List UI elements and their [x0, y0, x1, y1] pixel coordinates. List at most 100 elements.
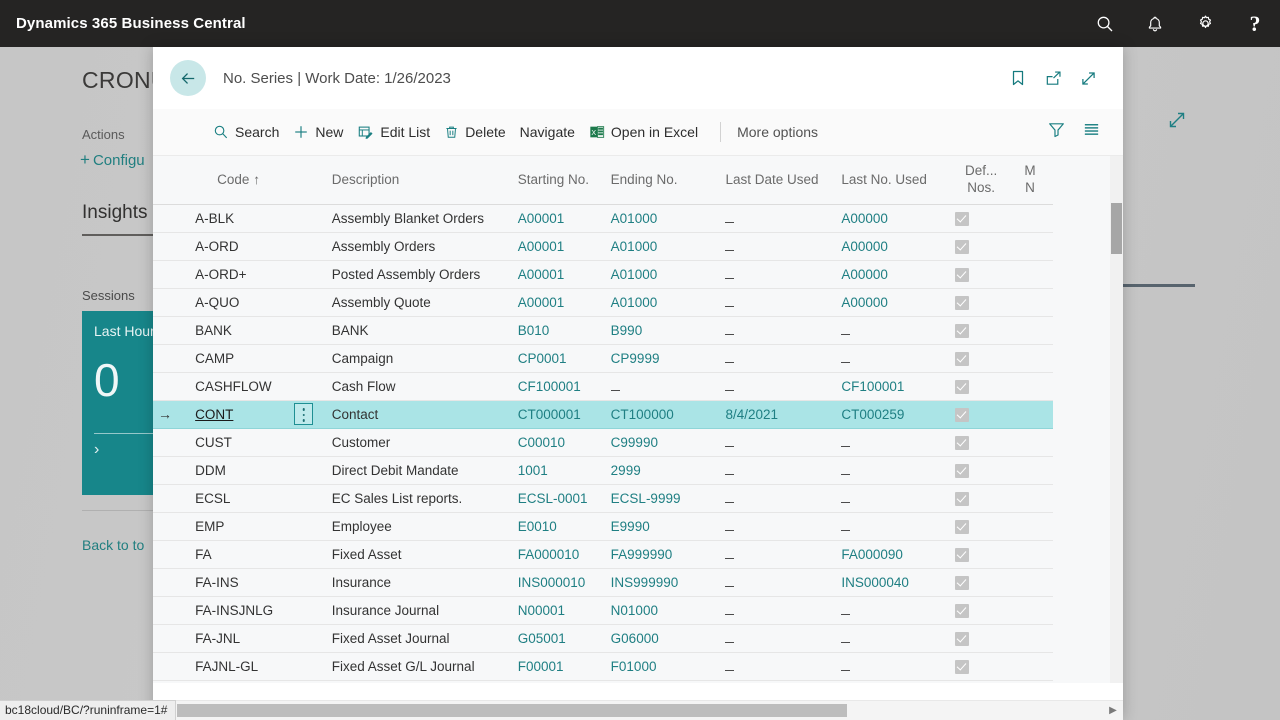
horizontal-scrollbar[interactable]: ◀ ▶ — [153, 700, 1123, 720]
column-header-description[interactable]: Description — [321, 156, 508, 205]
cell-starting-no[interactable]: G05001 — [507, 624, 601, 653]
cell-ending-no[interactable]: G06000 — [600, 624, 716, 653]
cell-default-nos[interactable] — [955, 512, 1008, 541]
cell-ending-no[interactable]: N01000 — [600, 596, 716, 625]
cell-manual-nos[interactable] — [1007, 288, 1053, 317]
cell-row-menu[interactable] — [294, 232, 322, 261]
configure-link[interactable]: + Configu — [80, 150, 145, 170]
scroll-right-arrow-icon[interactable]: ▶ — [1103, 705, 1123, 716]
cell-last-no-used[interactable] — [831, 316, 956, 345]
cell-manual-nos[interactable] — [1007, 540, 1053, 569]
cell-manual-nos[interactable] — [1007, 652, 1053, 681]
cell-last-no-used[interactable]: A00000 — [831, 204, 956, 233]
cell-default-nos[interactable] — [955, 568, 1008, 597]
chevron-right-icon[interactable]: › — [94, 441, 99, 459]
cell-starting-no[interactable]: A00001 — [507, 288, 601, 317]
checkbox-checked-icon[interactable] — [955, 491, 970, 506]
cell-row-menu[interactable] — [294, 372, 322, 401]
cell-starting-no[interactable]: E0010 — [507, 512, 601, 541]
search-button[interactable]: Search — [213, 117, 279, 147]
cell-default-nos[interactable] — [955, 316, 1008, 345]
cell-description[interactable]: Employee — [321, 512, 508, 541]
column-header-default-nos[interactable]: Def... Nos. — [955, 156, 1008, 205]
cell-last-date-used[interactable] — [715, 652, 832, 681]
table-row[interactable]: A-QUO Assembly Quote A00001 A01000 A00000 — [153, 288, 1053, 317]
horizontal-scrollbar-thumb[interactable] — [177, 704, 847, 717]
table-row[interactable]: CASHFLOW Cash Flow CF100001 CF100001 — [153, 372, 1053, 401]
cell-ending-no[interactable]: A01000 — [600, 260, 716, 289]
cell-last-date-used[interactable] — [715, 232, 832, 261]
column-header-last-date-used[interactable]: Last Date Used — [715, 156, 832, 205]
cell-description[interactable]: Fixed Asset Journal — [321, 624, 508, 653]
filter-icon[interactable] — [1047, 120, 1066, 144]
cell-last-no-used[interactable] — [831, 596, 956, 625]
table-row[interactable]: CUST Customer C00010 C99990 — [153, 428, 1053, 457]
help-question-icon[interactable]: ? — [1230, 0, 1280, 47]
table-row[interactable]: FA-INS Insurance INS000010 INS999990 INS0000… — [153, 568, 1053, 597]
cell-starting-no[interactable]: F00001 — [507, 652, 601, 681]
cell-last-date-used[interactable] — [715, 624, 832, 653]
cell-code[interactable]: FAJNL-GL — [185, 652, 295, 681]
cell-last-no-used[interactable]: INS000040 — [831, 568, 956, 597]
checkbox-checked-icon[interactable] — [955, 407, 970, 422]
search-icon[interactable] — [1080, 0, 1130, 47]
cell-default-nos[interactable] — [955, 232, 1008, 261]
checkbox-checked-icon[interactable] — [955, 295, 970, 310]
table-row[interactable]: DDM Direct Debit Mandate 1001 2999 — [153, 456, 1053, 485]
cell-default-nos[interactable] — [955, 456, 1008, 485]
cell-last-date-used[interactable] — [715, 596, 832, 625]
checkbox-checked-icon[interactable] — [955, 575, 970, 590]
cell-code[interactable]: CONT — [185, 400, 295, 429]
cell-starting-no[interactable]: CP0001 — [507, 344, 601, 373]
back-button[interactable] — [170, 60, 206, 96]
table-row[interactable]: BANK BANK B010 B990 — [153, 316, 1053, 345]
cell-ending-no[interactable]: B990 — [600, 316, 716, 345]
cell-row-menu[interactable] — [294, 652, 322, 681]
cell-manual-nos[interactable] — [1007, 316, 1053, 345]
column-header-last-no-used[interactable]: Last No. Used — [831, 156, 956, 205]
cell-last-no-used[interactable]: CF100001 — [831, 372, 956, 401]
cell-manual-nos[interactable] — [1007, 400, 1053, 429]
cell-row-menu[interactable] — [294, 624, 322, 653]
table-row[interactable]: FA-JNL Fixed Asset Journal G05001 G06000 — [153, 624, 1053, 653]
cell-row-menu[interactable] — [294, 512, 322, 541]
cell-starting-no[interactable]: 1001 — [507, 456, 601, 485]
edit-list-button[interactable]: Edit List — [357, 117, 430, 147]
vertical-scrollbar[interactable] — [1110, 156, 1123, 683]
open-in-new-window-icon[interactable] — [1042, 67, 1064, 89]
notifications-bell-icon[interactable] — [1130, 0, 1180, 47]
column-header-starting-no[interactable]: Starting No. — [507, 156, 601, 205]
cell-manual-nos[interactable] — [1007, 344, 1053, 373]
cell-default-nos[interactable] — [955, 204, 1008, 233]
cell-description[interactable]: Campaign — [321, 344, 508, 373]
cell-row-menu[interactable] — [294, 428, 322, 457]
cell-row-menu[interactable] — [294, 540, 322, 569]
cell-last-no-used[interactable]: A00000 — [831, 288, 956, 317]
cell-ending-no[interactable]: F01000 — [600, 652, 716, 681]
back-to-top-link[interactable]: Back to to — [82, 537, 144, 553]
checkbox-checked-icon[interactable] — [955, 267, 970, 282]
cell-starting-no[interactable]: B010 — [507, 316, 601, 345]
cell-ending-no[interactable]: CP9999 — [600, 344, 716, 373]
cell-code[interactable]: A-ORD — [185, 232, 295, 261]
vertical-scrollbar-thumb[interactable] — [1111, 203, 1122, 254]
cell-code[interactable]: CASHFLOW — [185, 372, 295, 401]
table-row[interactable]: → CONT Contact CT000001 CT100000 8/4/2021 CT00… — [153, 400, 1053, 429]
cell-last-date-used[interactable] — [715, 428, 832, 457]
cell-last-no-used[interactable] — [831, 344, 956, 373]
cell-ending-no[interactable]: C99990 — [600, 428, 716, 457]
checkbox-checked-icon[interactable] — [955, 547, 970, 562]
cell-last-no-used[interactable] — [831, 456, 956, 485]
cell-ending-no[interactable]: CT100000 — [600, 400, 716, 429]
cell-code[interactable]: BANK — [185, 316, 295, 345]
cell-last-date-used[interactable] — [715, 316, 832, 345]
cell-manual-nos[interactable] — [1007, 624, 1053, 653]
cell-code[interactable]: A-BLK — [185, 204, 295, 233]
cell-description[interactable]: EC Sales List reports. — [321, 484, 508, 513]
cell-default-nos[interactable] — [955, 400, 1008, 429]
table-row[interactable]: A-ORD+ Posted Assembly Orders A00001 A01000… — [153, 260, 1053, 289]
cell-code[interactable]: FA-JNL — [185, 624, 295, 653]
cell-last-date-used[interactable] — [715, 288, 832, 317]
cell-row-menu[interactable] — [294, 288, 322, 317]
open-in-excel-button[interactable]: X Open in Excel — [589, 117, 698, 147]
